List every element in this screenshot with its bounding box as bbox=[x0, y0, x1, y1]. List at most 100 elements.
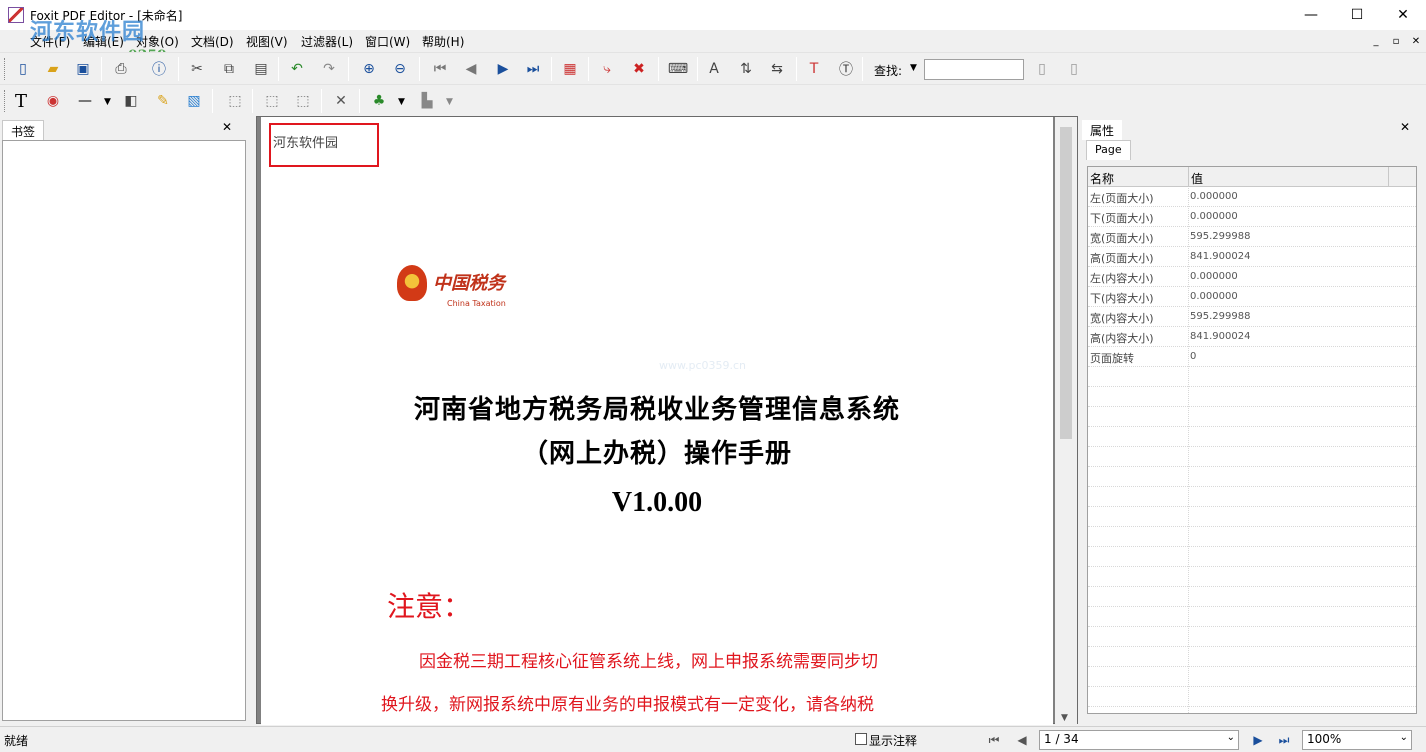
fill-color-icon[interactable]: ◧ bbox=[120, 90, 142, 112]
line-dropdown-icon[interactable]: ▼ bbox=[104, 97, 111, 107]
property-row bbox=[1088, 507, 1416, 527]
image-object-icon[interactable]: ▧ bbox=[183, 90, 205, 112]
property-row[interactable]: 宽(页面大小) 595.299988 bbox=[1088, 227, 1416, 247]
align-icon[interactable]: ⇅ bbox=[735, 58, 757, 80]
zoom-in-icon[interactable]: ⊕ bbox=[358, 58, 380, 80]
property-name: 左(内容大小) bbox=[1090, 272, 1154, 285]
text-format-icon[interactable]: A bbox=[703, 58, 725, 80]
annotation-box[interactable]: 河东软件园 bbox=[269, 123, 379, 167]
align-dropdown-icon[interactable]: ▼ bbox=[446, 97, 453, 107]
menu-document[interactable]: 文档(D) bbox=[191, 33, 234, 50]
property-row bbox=[1088, 667, 1416, 687]
mdi-restore-button[interactable]: ▫ bbox=[1388, 33, 1404, 49]
new-document-icon[interactable]: ▯ bbox=[12, 58, 34, 80]
copy-icon[interactable]: ⧉ bbox=[218, 58, 240, 80]
show-annotations-checkbox[interactable] bbox=[855, 733, 867, 745]
first-page-icon[interactable]: ⏮ bbox=[429, 58, 451, 80]
save-icon[interactable]: ▣ bbox=[72, 58, 94, 80]
print-icon[interactable]: ⎙ bbox=[110, 58, 132, 80]
document-view[interactable]: 河东软件园 中国税务 China Taxation www.pc0359.cn … bbox=[256, 116, 1078, 725]
find-options-dropdown-icon[interactable]: ▼ bbox=[910, 63, 917, 73]
close-button[interactable]: ✕ bbox=[1380, 0, 1426, 30]
redo-icon[interactable]: ↷ bbox=[318, 58, 340, 80]
menu-filter[interactable]: 过滤器(L) bbox=[301, 33, 353, 50]
tax-emblem-icon bbox=[397, 265, 427, 301]
property-row[interactable]: 页面旋转 0 bbox=[1088, 347, 1416, 367]
property-value: 0.000000 bbox=[1190, 191, 1238, 202]
pdf-page[interactable]: 河东软件园 中国税务 China Taxation www.pc0359.cn … bbox=[261, 117, 1053, 725]
bookmark-tab[interactable]: 书签 bbox=[2, 120, 45, 140]
property-row bbox=[1088, 527, 1416, 547]
bookmark-tree[interactable] bbox=[2, 140, 246, 721]
maximize-button[interactable]: ☐ bbox=[1334, 0, 1380, 30]
arrange-dropdown-icon[interactable]: ▼ bbox=[398, 97, 405, 107]
mdi-close-button[interactable]: ✕ bbox=[1408, 33, 1424, 49]
delete-object-icon[interactable]: ✕ bbox=[330, 90, 352, 112]
cut-icon[interactable]: ✂ bbox=[186, 58, 208, 80]
object-toolbar: T ◉ — ▼ ◧ ✎ ▧ ⬚ ⬚ ⬚ ✕ ♣ ▼ ▙ ▼ bbox=[0, 84, 1426, 116]
property-row[interactable]: 下(页面大小) 0.000000 bbox=[1088, 207, 1416, 227]
group-icon[interactable]: ⬚ bbox=[224, 90, 246, 112]
keyboard-icon[interactable]: ⌨ bbox=[667, 58, 689, 80]
logo-subtext: China Taxation bbox=[447, 299, 506, 308]
property-name: 下(页面大小) bbox=[1090, 212, 1154, 225]
find-previous-icon[interactable]: ▯ bbox=[1031, 58, 1053, 80]
document-title-line2: （网上办税）操作手册 bbox=[521, 439, 792, 469]
property-row[interactable]: 高(内容大小) 841.900024 bbox=[1088, 327, 1416, 347]
add-text-icon[interactable]: T bbox=[10, 90, 32, 112]
property-row[interactable]: 左(内容大小) 0.000000 bbox=[1088, 267, 1416, 287]
add-image-icon[interactable]: ◉ bbox=[42, 90, 64, 112]
property-value: 841.900024 bbox=[1190, 251, 1251, 262]
bookmark-close-icon[interactable]: ✕ bbox=[222, 120, 232, 134]
delete-page-icon[interactable]: ✖ bbox=[628, 58, 650, 80]
previous-page-button[interactable]: ◀ bbox=[1012, 731, 1032, 749]
mdi-minimize-button[interactable]: _ bbox=[1368, 33, 1384, 49]
properties-pane: 属性 ✕ Page 名称 值 左(页面大小) 0.000000 下(页面大小) 0.0… bbox=[1080, 118, 1426, 723]
undo-icon[interactable]: ↶ bbox=[286, 58, 308, 80]
transform-icon[interactable]: ⬚ bbox=[292, 90, 314, 112]
insert-page-icon[interactable]: ⤷ bbox=[596, 58, 618, 80]
last-page-button[interactable]: ⏭ bbox=[1274, 731, 1294, 749]
text-object-icon[interactable]: T bbox=[803, 58, 825, 80]
previous-page-icon[interactable]: ◀ bbox=[460, 58, 482, 80]
align-objects-icon[interactable]: ▙ bbox=[416, 90, 438, 112]
property-row[interactable]: 高(页面大小) 841.900024 bbox=[1088, 247, 1416, 267]
zoom-out-icon[interactable]: ⊖ bbox=[389, 58, 411, 80]
next-page-icon[interactable]: ▶ bbox=[492, 58, 514, 80]
menu-help[interactable]: 帮助(H) bbox=[422, 33, 464, 50]
app-icon bbox=[8, 7, 24, 23]
properties-close-icon[interactable]: ✕ bbox=[1400, 120, 1410, 134]
minimize-button[interactable]: — bbox=[1288, 0, 1334, 30]
edit-object-icon[interactable]: ✎ bbox=[152, 90, 174, 112]
zoom-selector[interactable]: 100% ⌄ bbox=[1302, 730, 1412, 750]
find-input[interactable] bbox=[924, 59, 1024, 80]
info-icon[interactable]: ⓘ bbox=[148, 58, 170, 80]
property-row[interactable]: 左(页面大小) 0.000000 bbox=[1088, 187, 1416, 207]
ungroup-icon[interactable]: ⬚ bbox=[261, 90, 283, 112]
paste-icon[interactable]: ▤ bbox=[250, 58, 272, 80]
menu-view[interactable]: 视图(V) bbox=[246, 33, 288, 50]
menu-window[interactable]: 窗口(W) bbox=[365, 33, 410, 50]
property-row[interactable]: 宽(内容大小) 595.299988 bbox=[1088, 307, 1416, 327]
find-next-icon[interactable]: ▯ bbox=[1063, 58, 1085, 80]
last-page-icon[interactable]: ⏭ bbox=[522, 58, 544, 80]
property-row bbox=[1088, 687, 1416, 707]
page-properties-icon[interactable]: ▦ bbox=[559, 58, 581, 80]
property-value: 0.000000 bbox=[1190, 211, 1238, 222]
first-page-button[interactable]: ⏮ bbox=[984, 731, 1004, 749]
scrollbar-thumb[interactable] bbox=[1060, 127, 1072, 439]
open-folder-icon[interactable]: ▰ bbox=[42, 58, 64, 80]
typewriter-icon[interactable]: Ⓣ bbox=[835, 58, 857, 80]
next-page-button[interactable]: ▶ bbox=[1248, 731, 1268, 749]
vertical-scrollbar[interactable]: ▼ bbox=[1055, 117, 1077, 725]
line-tool-icon[interactable]: — bbox=[74, 90, 96, 112]
property-row[interactable]: 下(内容大小) 0.000000 bbox=[1088, 287, 1416, 307]
page-properties-tab[interactable]: Page bbox=[1086, 140, 1131, 160]
page-selector[interactable]: 1 / 34 ⌄ bbox=[1039, 730, 1239, 750]
site-watermark: 河东软件园 bbox=[30, 20, 146, 45]
property-row bbox=[1088, 407, 1416, 427]
spacing-icon[interactable]: ⇆ bbox=[766, 58, 788, 80]
arrange-icon[interactable]: ♣ bbox=[368, 90, 390, 112]
scroll-down-icon[interactable]: ▼ bbox=[1061, 713, 1068, 723]
property-name: 下(内容大小) bbox=[1090, 292, 1154, 305]
